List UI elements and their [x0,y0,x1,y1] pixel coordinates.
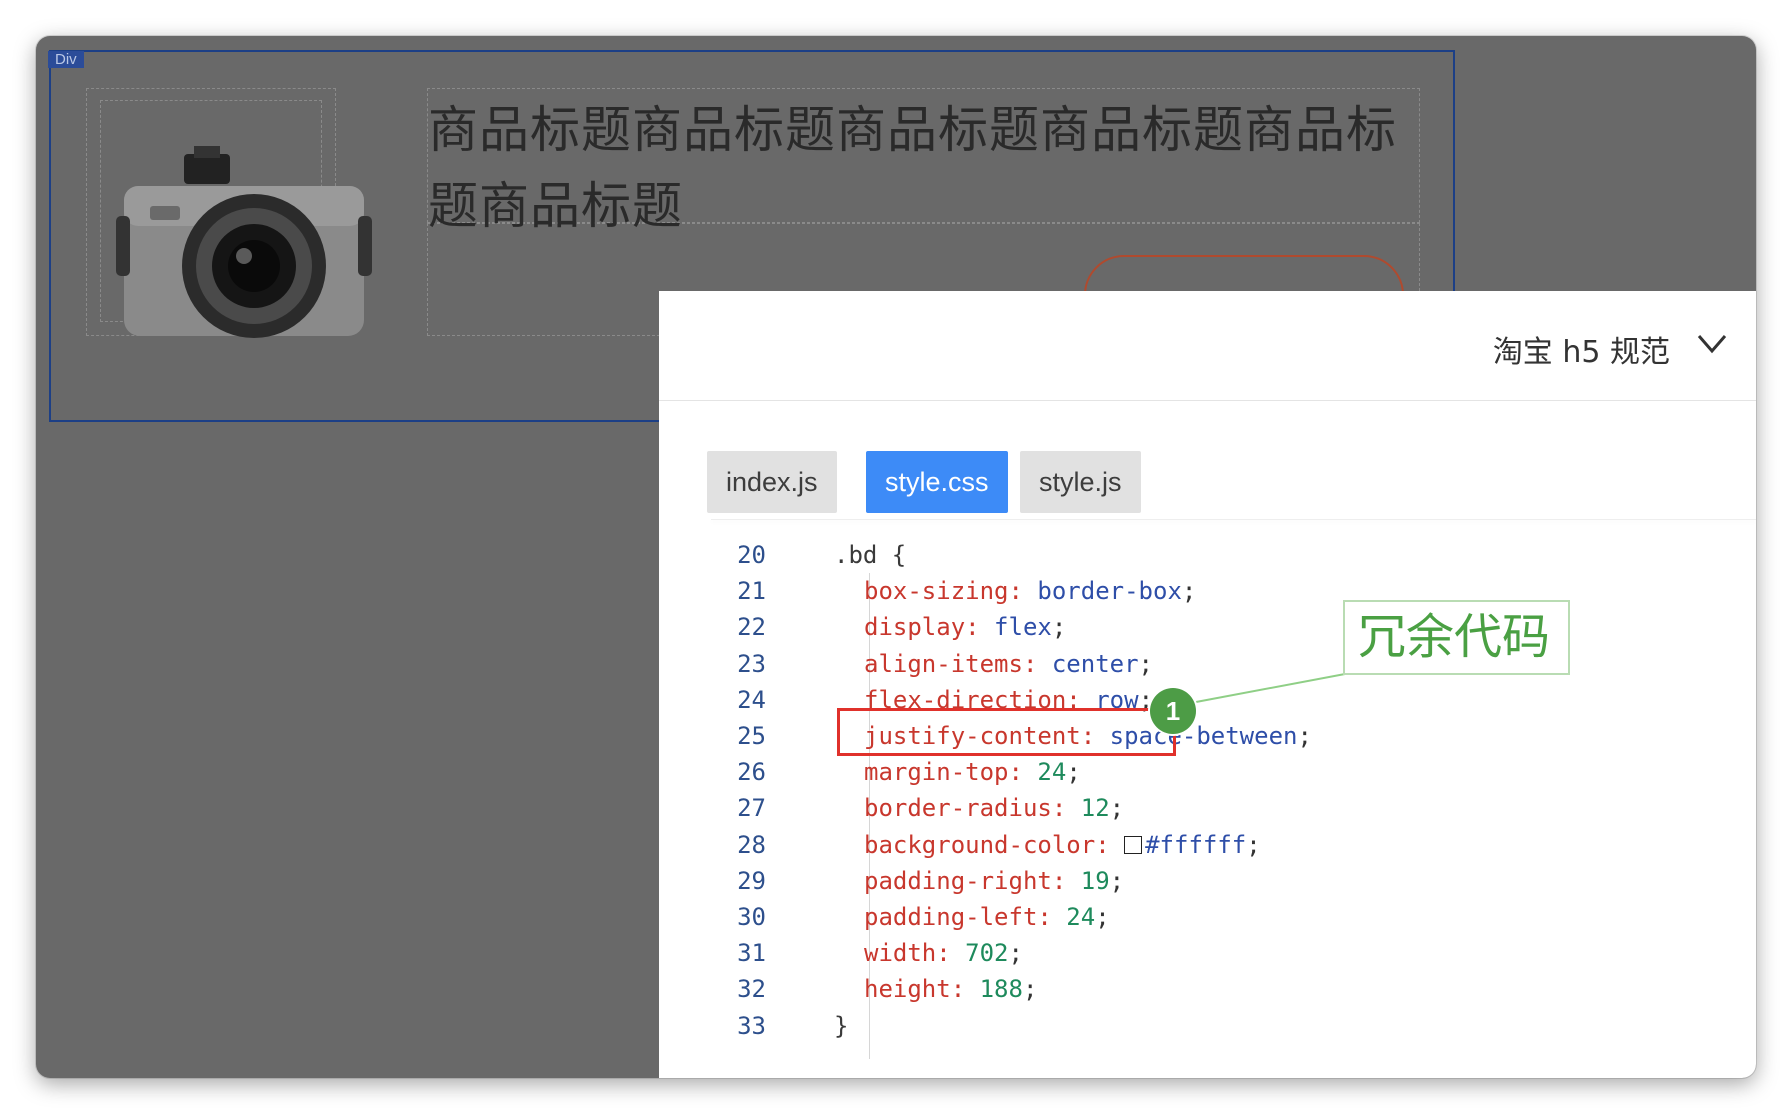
line-number: 29 [737,866,766,895]
annotation-callout: 冗余代码 [1343,600,1570,675]
css-property: border-radius: [864,794,1067,823]
css-number: 24 [1037,758,1067,787]
code-line[interactable]: 26 margin-top: 24; [659,754,1756,790]
tab-style-css[interactable]: style.css [866,451,1008,513]
code-panel: 淘宝 h5 规范 index.js style.css style.js 20.… [659,291,1756,1078]
line-number: 20 [737,541,766,569]
css-property: box-sizing: [864,577,1023,606]
chevron-down-icon[interactable] [1696,331,1728,357]
tab-index-js[interactable]: index.js [707,451,837,513]
css-property: padding-right: [864,866,1067,895]
css-property: background-color: [864,830,1110,859]
line-number: 21 [737,577,766,606]
semicolon: ; [1095,903,1110,931]
semicolon: ; [1008,939,1023,968]
css-value: flex [994,613,1052,642]
color-swatch-icon[interactable] [1124,835,1143,854]
code-text: align-items: center; [864,646,1153,682]
code-editor[interactable]: 20 .bd { 21 box-sizing: border-box; 22 displa… [659,519,1756,1078]
semicolon: ; [1297,722,1312,750]
code-text: padding-left: 24; [864,899,1110,935]
code-line[interactable]: 23 align-items: center; [659,646,1756,682]
css-property: width: [864,939,951,968]
code-text: } [834,1008,848,1044]
code-line[interactable]: 30 padding-left: 24; [659,899,1756,935]
css-value: #ffffff [1145,830,1247,859]
line-number: 28 [737,830,766,859]
selection-tag: Div [48,51,84,68]
css-property: align-items: [864,649,1038,678]
code-text: padding-right: 19; [864,863,1124,899]
semicolon: ; [1181,577,1197,606]
css-value: border-box [1037,577,1182,606]
css-number: 188 [979,975,1023,1004]
code-line[interactable]: 32 height: 188; [659,971,1756,1007]
line-number: 23 [737,649,766,678]
code-text: box-sizing: border-box; [864,573,1196,609]
semicolon: ; [1022,975,1038,1004]
code-line[interactable]: 33} [659,1008,1756,1044]
product-title: 商品标题商品标题商品标题商品标题商品标题商品标题 [428,101,1397,235]
code-line[interactable]: 24 flex-direction: row; [659,682,1756,718]
css-property: padding-left: [864,903,1052,931]
code-text: width: 702; [864,935,1023,971]
code-line[interactable]: 20 .bd { [659,537,1756,573]
code-line[interactable]: 22 display: flex; [659,609,1756,645]
css-number: 24 [1066,903,1096,931]
line-number: 22 [737,613,766,642]
editor-top-divider [711,519,1756,520]
code-line[interactable]: 25 justify-content: space-between; [659,718,1756,754]
semicolon: ; [1109,866,1125,895]
semicolon: ; [1109,794,1125,823]
css-property: display: [864,613,980,642]
code-line[interactable]: 31 width: 702; [659,935,1756,971]
css-number: 12 [1080,794,1110,823]
code-line[interactable]: 29 padding-right: 19; [659,863,1756,899]
line-number: 25 [737,722,766,750]
semicolon: ; [1066,758,1081,787]
css-property: height: [864,975,966,1004]
css-value: center [1051,649,1139,678]
redundant-code-highlight [837,708,1176,756]
annotation-badge: 1 [1150,688,1196,734]
spec-selector-label[interactable]: 淘宝 h5 规范 [1493,327,1670,371]
code-line[interactable]: 28 background-color: #ffffff; [659,827,1756,863]
line-number: 31 [737,939,766,968]
semicolon: ; [1138,649,1153,678]
app-window: Div 商品标题商品标题商品标题商品标题商品标题商品标题 淘宝 h5 规范 in… [36,36,1756,1078]
css-selector: .bd { [834,541,907,569]
code-line[interactable]: 27 border-radius: 12; [659,790,1756,826]
code-line[interactable]: 21 box-sizing: border-box; [659,573,1756,609]
semicolon: ; [1246,830,1261,859]
code-text: border-radius: 12; [864,790,1124,826]
code-text: .bd { [834,537,906,573]
line-number: 30 [737,903,766,931]
semicolon: ; [1051,613,1067,642]
line-number: 33 [737,1011,766,1040]
css-number: 19 [1080,866,1110,895]
line-number: 32 [737,975,766,1004]
spec-selector-row: 淘宝 h5 规范 [659,291,1756,401]
camera-product-image [116,146,372,338]
code-text: background-color: #ffffff; [864,827,1261,863]
code-text: display: flex; [864,609,1066,645]
line-number: 24 [737,685,766,714]
code-text: margin-top: 24; [864,754,1081,790]
css-property: margin-top: [864,758,1023,787]
tab-style-js[interactable]: style.js [1020,451,1141,513]
css-selector: } [834,1011,849,1040]
line-number: 27 [737,794,766,823]
css-number: 702 [965,939,1009,968]
code-text: height: 188; [864,971,1037,1007]
line-number: 26 [737,758,766,787]
